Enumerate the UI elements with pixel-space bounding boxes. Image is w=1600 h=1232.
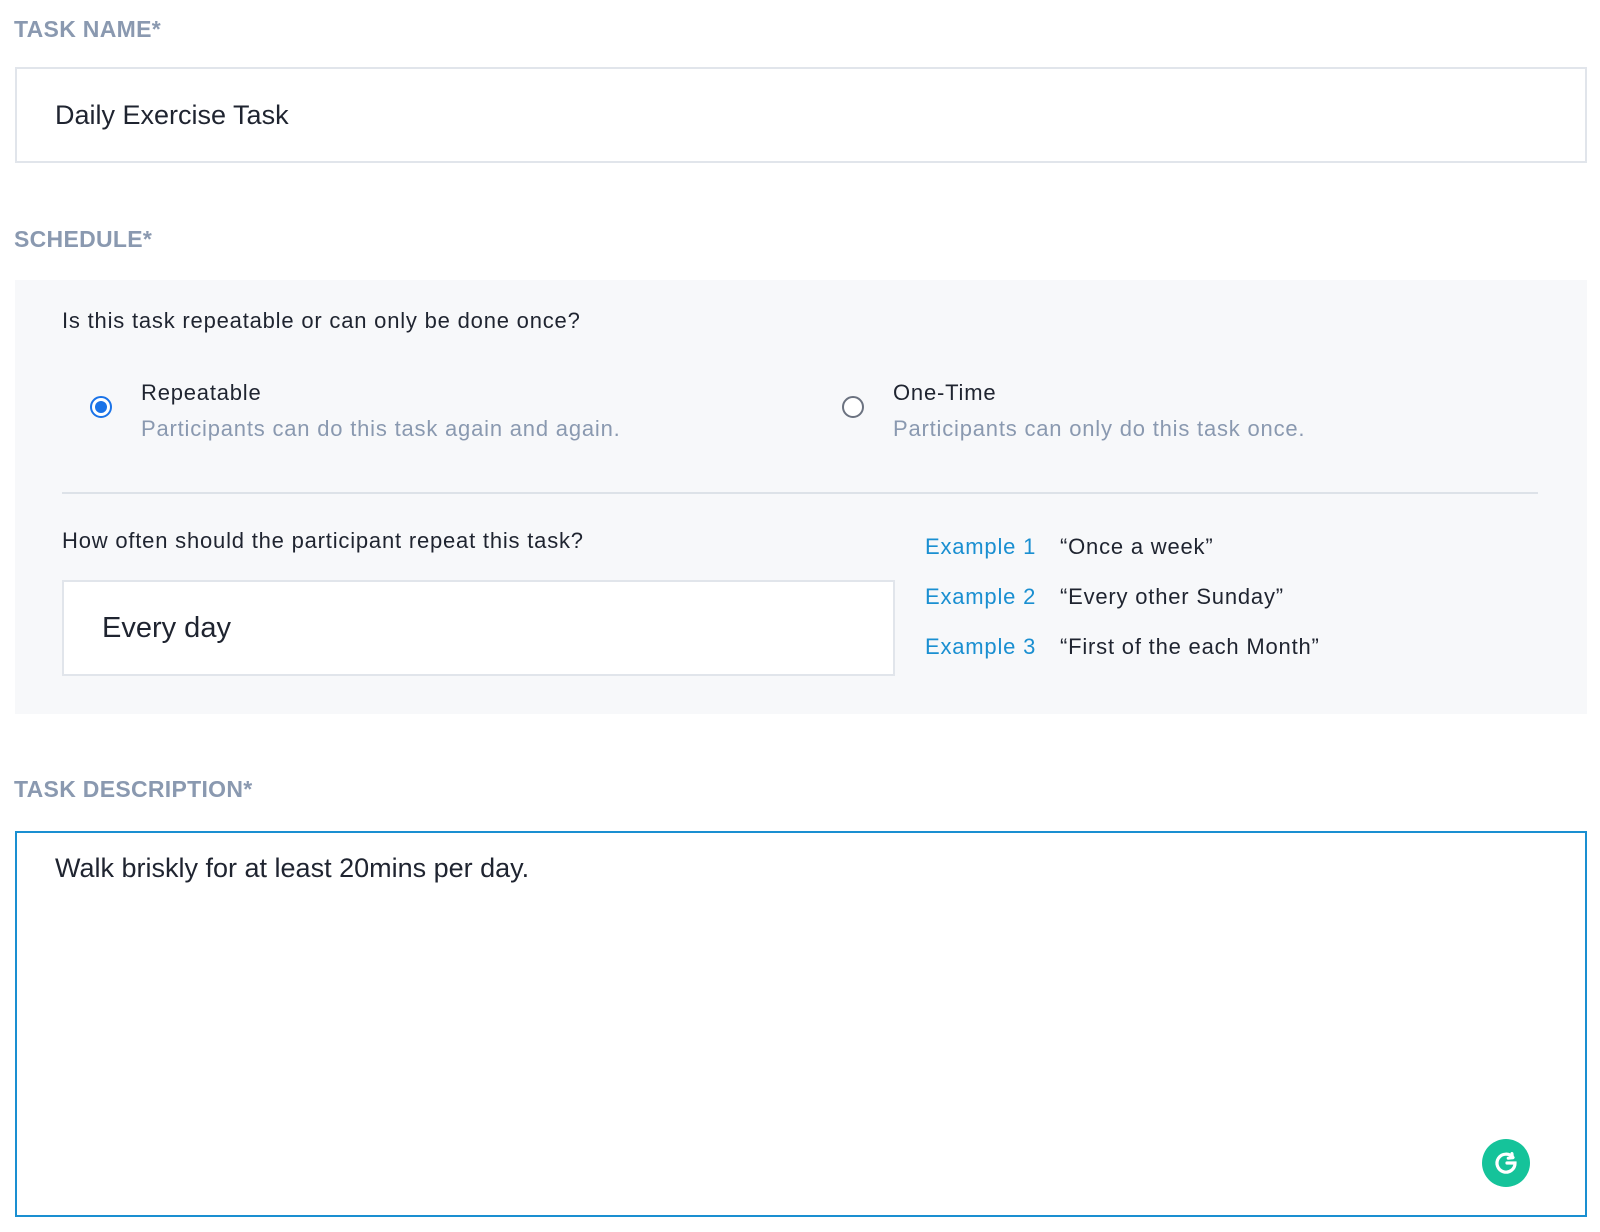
frequency-input[interactable]: Every day <box>62 580 895 676</box>
divider <box>62 492 1538 494</box>
radio-repeatable-title: Repeatable <box>141 380 262 405</box>
grammarly-g-icon <box>1495 1152 1517 1174</box>
frequency-question: How often should the participant repeat … <box>62 528 584 553</box>
radio-one-time-title: One-Time <box>893 380 997 405</box>
example-3-text: “First of the each Month” <box>1060 634 1320 659</box>
grammarly-icon[interactable] <box>1482 1139 1530 1187</box>
task-description-value: Walk briskly for at least 20mins per day… <box>55 853 530 883</box>
example-3-link[interactable]: Example 3 <box>925 634 1060 660</box>
task-name-value: Daily Exercise Task <box>55 99 289 130</box>
frequency-value: Every day <box>102 611 231 644</box>
task-description-label: TASK DESCRIPTION* <box>14 776 253 802</box>
example-2-text: “Every other Sunday” <box>1060 584 1284 609</box>
radio-one-time[interactable]: One-Time Participants can only do this t… <box>842 380 1402 444</box>
example-row: Example 2 “Every other Sunday” <box>925 584 1284 610</box>
task-name-input[interactable]: Daily Exercise Task <box>15 67 1587 163</box>
radio-repeatable-description: Participants can do this task again and … <box>141 416 621 441</box>
task-name-label: TASK NAME* <box>14 16 161 42</box>
task-form: TASK NAME* Daily Exercise Task SCHEDULE*… <box>0 0 1600 1232</box>
example-2-link[interactable]: Example 2 <box>925 584 1060 610</box>
example-1-link[interactable]: Example 1 <box>925 534 1060 560</box>
radio-repeatable-checked-icon[interactable] <box>90 396 112 418</box>
example-row: Example 3 “First of the each Month” <box>925 634 1320 660</box>
schedule-panel: Is this task repeatable or can only be d… <box>15 280 1587 714</box>
schedule-label: SCHEDULE* <box>14 226 153 252</box>
task-description-textarea[interactable]: Walk briskly for at least 20mins per day… <box>15 831 1587 1217</box>
example-1-text: “Once a week” <box>1060 534 1214 559</box>
radio-one-time-unchecked-icon[interactable] <box>842 396 864 418</box>
radio-repeatable[interactable]: Repeatable Participants can do this task… <box>90 380 730 444</box>
example-row: Example 1 “Once a week” <box>925 534 1213 560</box>
radio-one-time-description: Participants can only do this task once. <box>893 416 1306 441</box>
repeatable-question: Is this task repeatable or can only be d… <box>62 308 581 333</box>
